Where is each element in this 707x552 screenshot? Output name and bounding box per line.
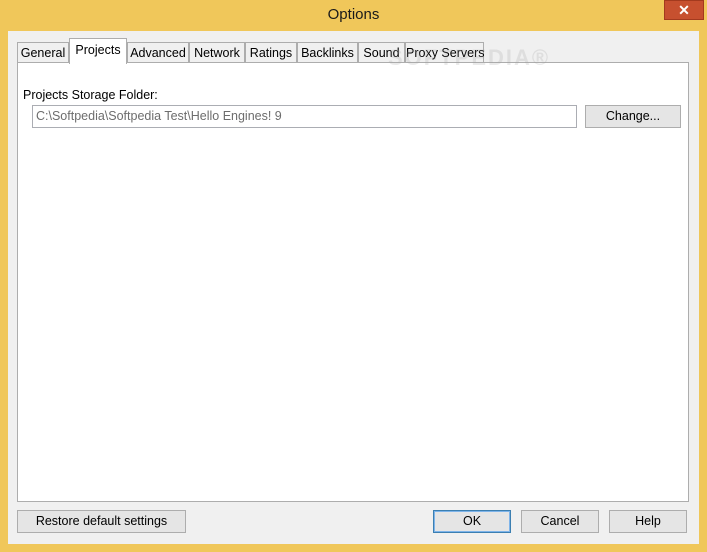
- tab-projects[interactable]: Projects: [69, 38, 127, 64]
- options-window: Options ✕ General Projects Advanced Netw…: [0, 0, 707, 552]
- tab-advanced[interactable]: Advanced: [127, 42, 189, 63]
- projects-storage-folder-label: Projects Storage Folder:: [23, 88, 158, 102]
- projects-tab-panel: [17, 62, 689, 502]
- title-bar[interactable]: Options ✕: [0, 0, 707, 32]
- change-folder-button[interactable]: Change...: [585, 105, 681, 128]
- help-button[interactable]: Help: [609, 510, 687, 533]
- tab-sound[interactable]: Sound: [358, 42, 405, 63]
- close-icon: ✕: [678, 2, 690, 18]
- tab-backlinks[interactable]: Backlinks: [297, 42, 358, 63]
- restore-defaults-button[interactable]: Restore default settings: [17, 510, 186, 533]
- projects-storage-folder-field[interactable]: C:\Softpedia\Softpedia Test\Hello Engine…: [32, 105, 577, 128]
- cancel-button[interactable]: Cancel: [521, 510, 599, 533]
- ok-button[interactable]: OK: [433, 510, 511, 533]
- tab-network[interactable]: Network: [189, 42, 245, 63]
- window-title: Options: [327, 6, 380, 23]
- tab-ratings[interactable]: Ratings: [245, 42, 297, 63]
- dialog-body: General Projects Advanced Network Rating…: [8, 31, 699, 544]
- tab-general[interactable]: General: [17, 42, 69, 63]
- tab-proxy-servers[interactable]: Proxy Servers: [405, 42, 485, 63]
- close-button[interactable]: ✕: [664, 0, 704, 20]
